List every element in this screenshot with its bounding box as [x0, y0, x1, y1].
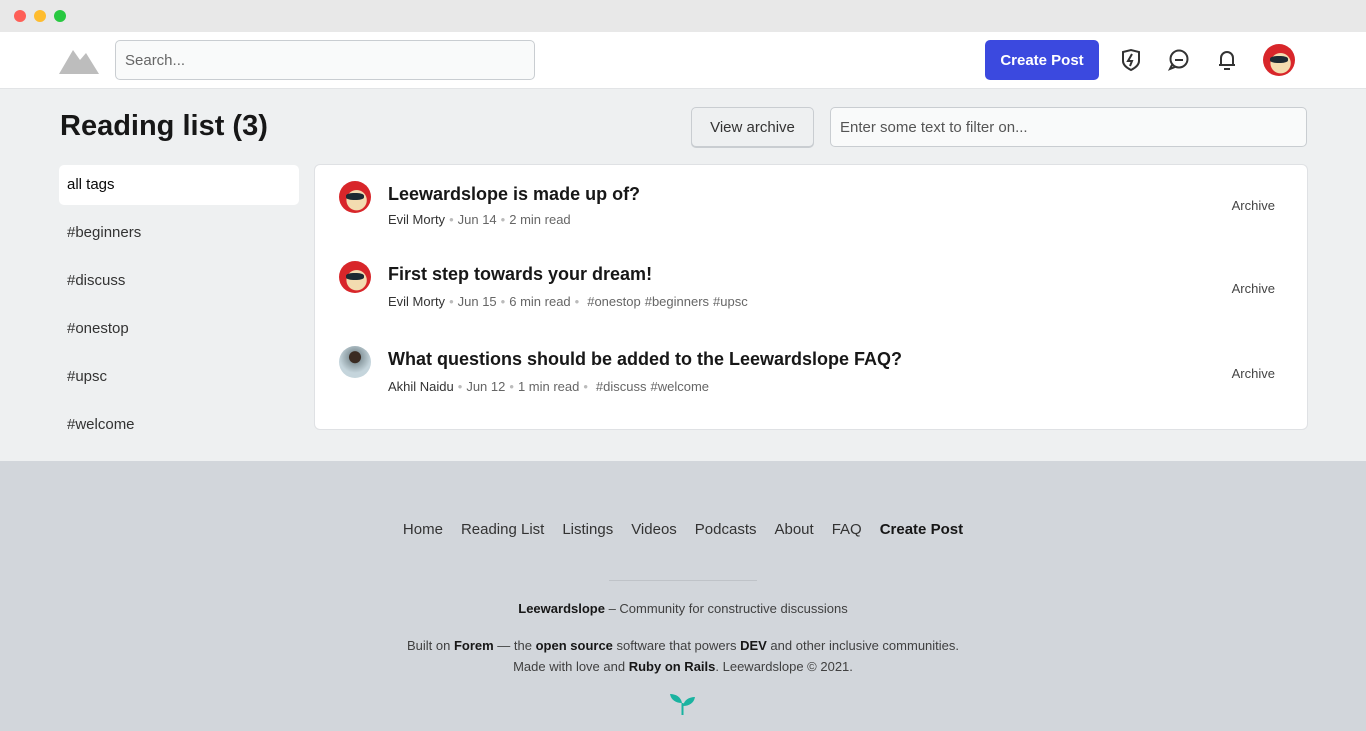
post-title[interactable]: Leewardslope is made up of? — [388, 184, 640, 205]
tag-filter-upsc[interactable]: #upsc — [59, 357, 299, 397]
post-meta: Evil Morty • Jun 15 • 6 min read • #onestop #be… — [388, 294, 748, 309]
post-title[interactable]: First step towards your dream! — [388, 264, 652, 285]
post-tag[interactable]: #upsc — [713, 294, 748, 309]
sprout-icon — [670, 694, 695, 715]
open-source-link[interactable]: open source — [536, 638, 613, 653]
create-post-button[interactable]: Create Post — [985, 40, 1099, 80]
author-avatar[interactable] — [339, 181, 371, 213]
user-avatar[interactable] — [1263, 44, 1295, 76]
post-title[interactable]: What questions should be added to the Le… — [388, 349, 902, 370]
dev-link[interactable]: DEV — [740, 638, 767, 653]
footer-tagline: Leewardslope – Community for constructiv… — [0, 601, 1366, 616]
author-name[interactable]: Evil Morty — [388, 212, 445, 227]
read-time: 6 min read — [509, 294, 571, 309]
footer-link-faq[interactable]: FAQ — [832, 521, 862, 538]
post-tag[interactable]: #welcome — [651, 379, 710, 394]
minimize-window-button[interactable] — [34, 10, 46, 22]
shield-bolt-icon[interactable] — [1119, 48, 1143, 72]
text: . Leewardslope © 2021. — [715, 659, 853, 674]
close-window-button[interactable] — [14, 10, 26, 22]
footer-link-home[interactable]: Home — [403, 521, 443, 538]
footer-link-videos[interactable]: Videos — [631, 521, 677, 538]
archive-button[interactable]: Archive — [1232, 366, 1275, 381]
tag-filter-welcome[interactable]: #welcome — [59, 405, 299, 445]
chat-icon[interactable] — [1167, 48, 1191, 72]
post-tag[interactable]: #discuss — [596, 379, 647, 394]
author-avatar[interactable] — [339, 346, 371, 378]
mountain-logo-icon[interactable] — [59, 44, 99, 74]
filter-input[interactable] — [830, 107, 1307, 147]
forem-link[interactable]: Forem — [454, 638, 494, 653]
archive-button[interactable]: Archive — [1232, 281, 1275, 296]
post-date: Jun 14 — [457, 212, 497, 227]
post-tag[interactable]: #onestop — [587, 294, 641, 309]
footer-divider — [609, 580, 757, 581]
footer-made-with: Made with love and Ruby on Rails. Leewar… — [0, 659, 1366, 674]
footer-nav: Home Reading List Listings Videos Podcasts Ab… — [0, 521, 1366, 538]
search-input[interactable] — [115, 40, 535, 80]
text: software that powers — [612, 638, 741, 653]
author-name[interactable]: Evil Morty — [388, 294, 445, 309]
tagline-text: – Community for constructive discussions — [604, 601, 848, 616]
read-time: 1 min read — [517, 379, 580, 394]
post-meta: Evil Morty • Jun 14 • 2 min read — [388, 212, 571, 227]
brand-link[interactable]: Leewardslope — [518, 601, 605, 616]
view-archive-button[interactable]: View archive — [691, 107, 814, 147]
maximize-window-button[interactable] — [54, 10, 66, 22]
read-time: 2 min read — [509, 212, 571, 227]
archive-button[interactable]: Archive — [1232, 198, 1275, 213]
window-titlebar — [0, 0, 1366, 32]
tag-filter-list: all tags #beginners #discuss #onestop #u… — [59, 165, 299, 453]
post-tag[interactable]: #beginners — [645, 294, 709, 309]
footer-link-about[interactable]: About — [774, 521, 813, 538]
tag-filter-discuss[interactable]: #discuss — [59, 261, 299, 301]
bell-icon[interactable] — [1215, 48, 1239, 72]
text: Made with love and — [513, 659, 629, 674]
author-name[interactable]: Akhil Naidu — [388, 379, 454, 394]
post-meta: Akhil Naidu • Jun 12 • 1 min read • #discuss #w… — [388, 379, 710, 394]
tag-filter-all[interactable]: all tags — [59, 165, 299, 205]
text: — the — [493, 638, 536, 653]
top-header: Create Post — [0, 32, 1366, 89]
footer-link-reading-list[interactable]: Reading List — [461, 521, 544, 538]
page-title: Reading list (3) — [60, 110, 268, 142]
footer-built-on: Built on Forem — the open source softwar… — [0, 638, 1366, 653]
footer: Home Reading List Listings Videos Podcasts Ab… — [0, 461, 1366, 731]
author-avatar[interactable] — [339, 261, 371, 293]
reading-list: Leewardslope is made up of? Evil Morty • J… — [314, 164, 1308, 430]
rails-link[interactable]: Ruby on Rails — [629, 659, 716, 674]
post-date: Jun 12 — [466, 379, 506, 394]
footer-link-create-post[interactable]: Create Post — [880, 521, 963, 538]
post-date: Jun 15 — [457, 294, 497, 309]
text: Built on — [406, 638, 454, 653]
tag-filter-beginners[interactable]: #beginners — [59, 213, 299, 253]
footer-link-listings[interactable]: Listings — [562, 521, 613, 538]
text: and other inclusive communities. — [766, 638, 960, 653]
tag-filter-onestop[interactable]: #onestop — [59, 309, 299, 349]
footer-link-podcasts[interactable]: Podcasts — [695, 521, 757, 538]
